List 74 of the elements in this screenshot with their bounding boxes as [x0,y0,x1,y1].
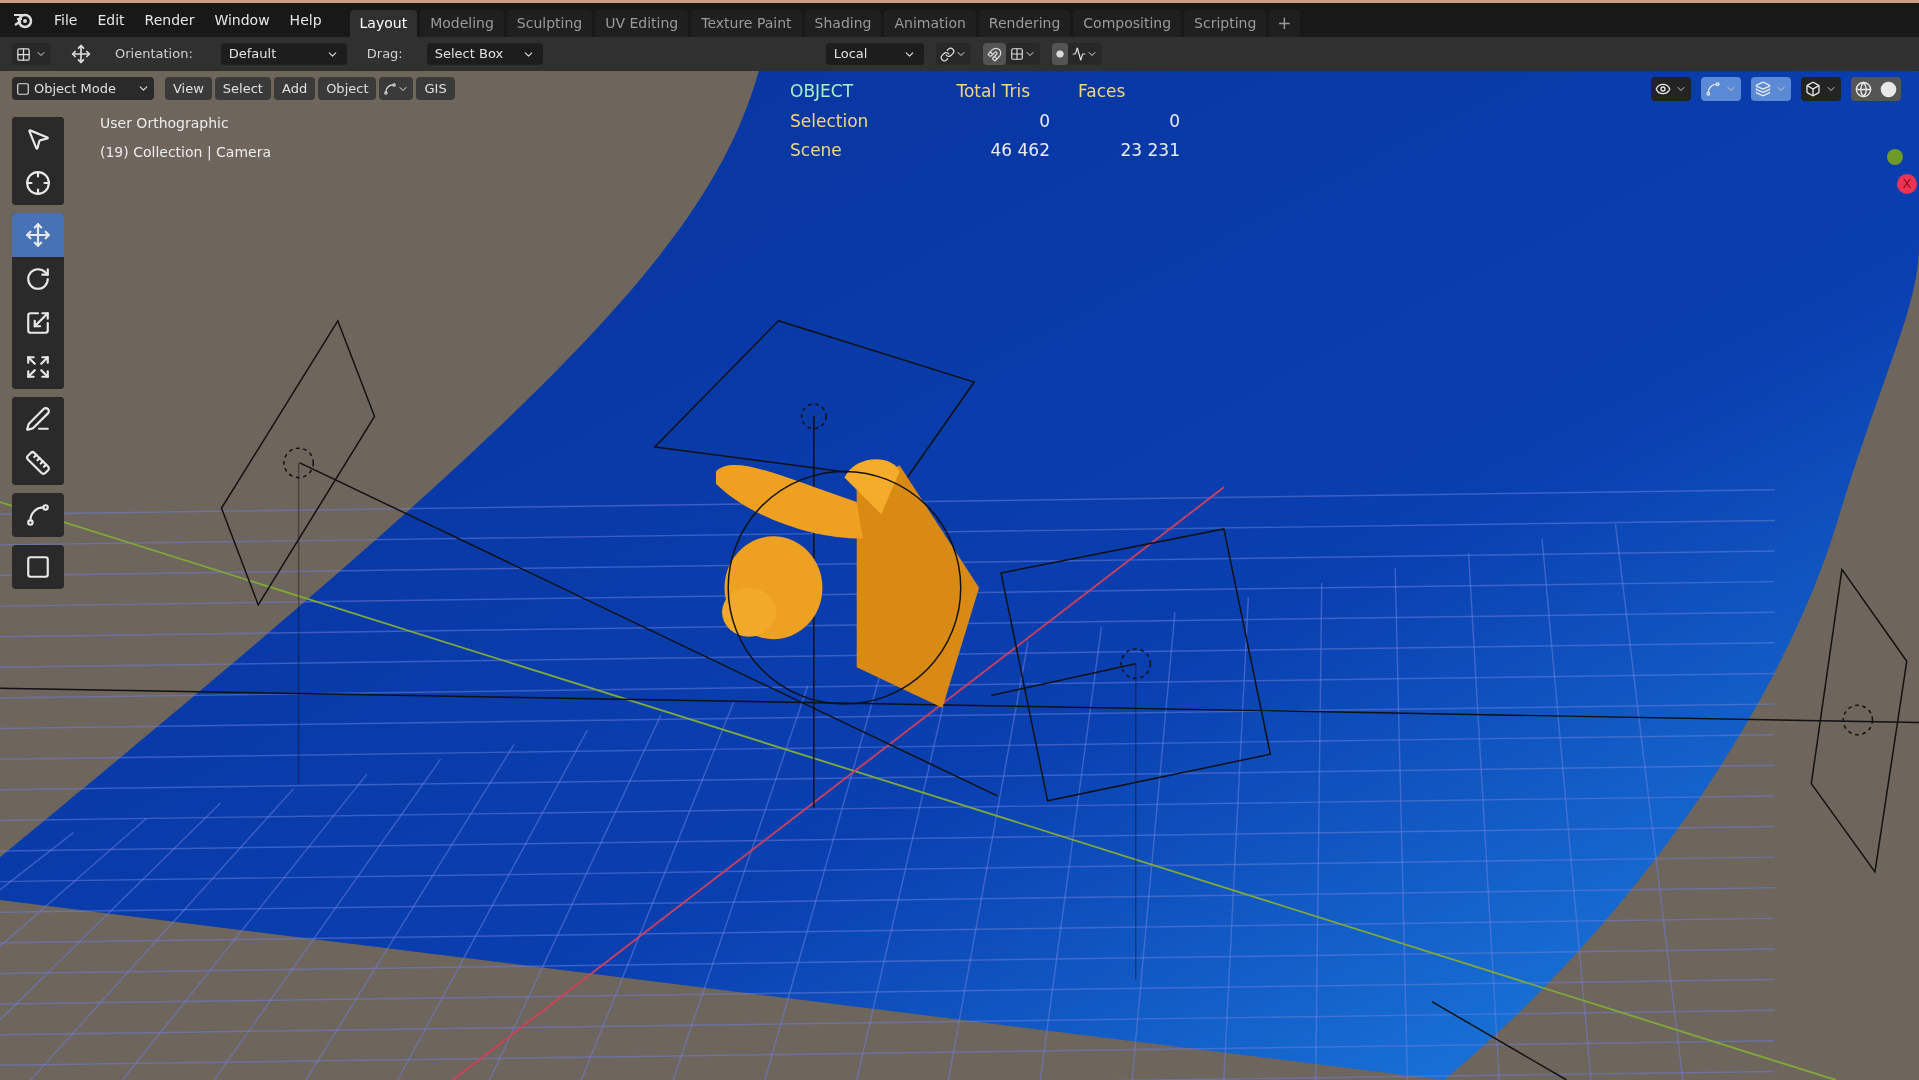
magnet-icon [986,46,1002,62]
editor-icon [16,46,31,62]
stats-value: 0 [1168,109,1180,133]
snap-curve-button[interactable] [379,77,414,100]
workspace-tab[interactable]: Compositing [1073,10,1182,37]
stats-heading: OBJECT [790,80,855,103]
snap-button[interactable] [982,43,1006,65]
annotate-tool-icon [25,406,51,432]
overlay-icon [1755,81,1771,97]
proportional-edit-button[interactable] [1051,43,1068,65]
stats-heading: Faces [1077,80,1127,103]
workspace-tab[interactable]: UV Editing [595,10,689,37]
solid-sphere-icon [1880,80,1897,98]
add-workspace-button[interactable]: + [1269,10,1300,37]
viewport-menu[interactable]: View [165,77,212,100]
workspace-tab[interactable]: Modeling [420,10,504,37]
menu-item[interactable]: Help [281,9,330,31]
workspace-tab[interactable]: Shading [804,10,882,37]
viewport-toggle-button[interactable] [1701,77,1741,101]
viewport-menu[interactable]: GIS [416,77,455,100]
stats-label: Scene [790,139,843,162]
measure-tool-icon [25,450,51,476]
shading-buttons[interactable] [1851,77,1901,101]
workspace-tab[interactable]: Sculpting [506,10,593,37]
stats-value: 23 231 [1119,139,1180,162]
scale-tool-icon [25,310,51,336]
app-logo-icon[interactable] [12,11,34,29]
rotate-tool-icon [25,266,51,292]
falloff-button[interactable] [1067,43,1102,65]
mode-dropdown[interactable]: Object Mode [12,77,154,100]
drag-label: Drag: [366,45,403,64]
menu-item[interactable]: Render [136,9,203,31]
viewport-info-text: (19) Collection | Camera [100,143,271,163]
dot-icon [1055,50,1064,58]
move-tool-icon [25,222,51,248]
viewport-toggle-button[interactable] [1651,77,1691,101]
editor-type-button[interactable] [12,43,51,65]
snap-target-button[interactable] [1005,43,1040,65]
viewport-menu[interactable]: Object [318,77,377,100]
stats-heading: Total Tris [955,80,1031,103]
grid-icon [1009,47,1024,61]
menu-item[interactable]: Window [206,9,278,31]
transform-tool-icon [25,354,51,380]
orientation-label: Orientation: [115,45,193,64]
stats-label: Selection [790,109,870,133]
curve-tool-icon [25,502,51,528]
menu-item[interactable]: Edit [89,9,133,31]
select-tool-icon [25,126,51,152]
xray-icon [1805,81,1821,97]
transform-space-dropdown[interactable]: Local [825,43,924,65]
box-tool-icon [25,554,51,580]
link-icon [939,46,955,62]
cursor-tool-icon [25,170,51,196]
orientation-dropdown[interactable]: Default [220,43,347,65]
viewport-menu[interactable]: Select [214,77,271,100]
workspace-tab[interactable]: Texture Paint [691,10,802,37]
viewport-menu[interactable]: Add [273,77,316,100]
menu-item[interactable]: File [46,9,86,31]
viewport-toggle-button[interactable] [1801,77,1841,101]
viewport-toggle-button[interactable] [1751,77,1791,101]
workspace-tab[interactable]: Rendering [978,10,1071,37]
workspace-tab[interactable]: Animation [884,10,976,37]
workspace-tab[interactable]: Layout [349,10,418,37]
move-icon[interactable] [71,44,91,64]
3d-viewport[interactable]: Object Mode View Select Add Object GIS User Orthographic (19) Collection | Camera OBJECT Total Tris Faces Selection 0 0 Scene 46 462 23 231 X [0,71,1919,1080]
workspace-tab[interactable]: Scripting [1184,10,1267,37]
visibility-icon [1655,81,1671,97]
gizmo-icon [1705,81,1721,97]
stats-value: 0 [1038,109,1050,133]
viewport-info-text: User Orthographic [100,114,230,133]
wireframe-icon [1855,80,1872,98]
stats-value: 46 462 [989,139,1050,162]
drag-dropdown[interactable]: Select Box [426,43,543,65]
pivot-button[interactable] [935,43,971,65]
